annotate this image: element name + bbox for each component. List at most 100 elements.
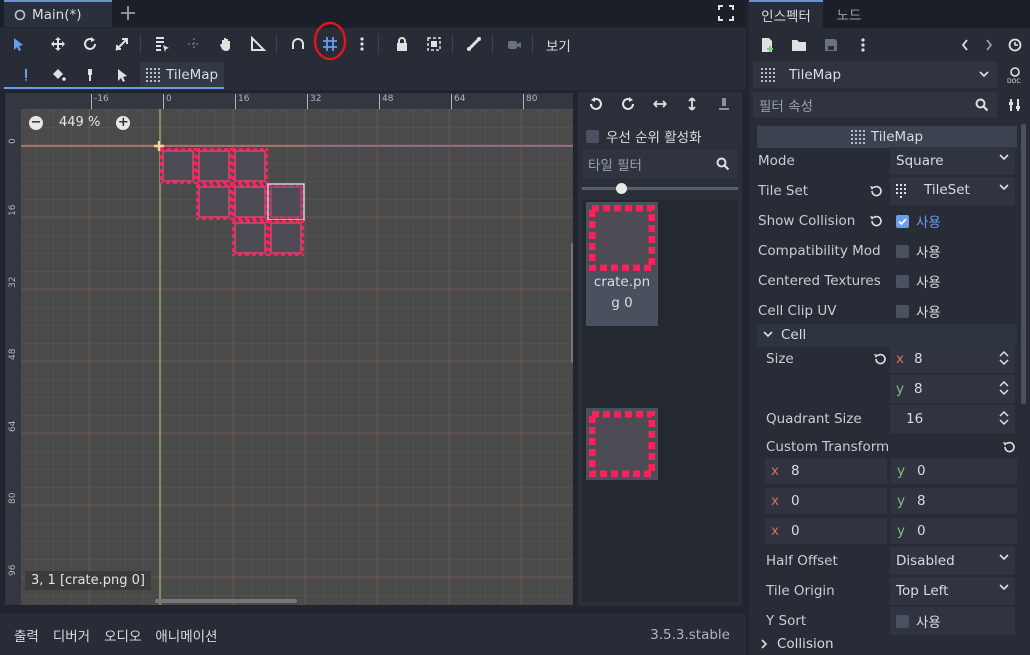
prop-y-sort: Y Sort 사용 <box>753 606 1017 636</box>
tilemap-toolbar: TileMap <box>0 60 746 90</box>
save-icon[interactable] <box>819 33 843 57</box>
prop-half-offset: Half Offset Disabled <box>753 546 1017 576</box>
flip-vertical-icon[interactable] <box>680 92 704 116</box>
node-selector[interactable]: TileMap <box>753 62 997 88</box>
open-folder-icon[interactable] <box>787 33 811 57</box>
add-scene-icon[interactable] <box>116 1 140 25</box>
ruler-tick-label: 80 <box>523 94 537 109</box>
transform-origin-x[interactable]: x0 <box>765 518 887 544</box>
size-slider-handle[interactable] <box>616 183 627 194</box>
autotile-item[interactable] <box>586 408 658 480</box>
group-icon[interactable] <box>422 32 446 56</box>
move-tool-icon[interactable] <box>46 32 70 56</box>
revert-icon[interactable] <box>869 214 883 228</box>
quadrant-size-field[interactable]: 16 <box>890 405 1015 433</box>
pan-tool-icon[interactable] <box>214 32 238 56</box>
tile-filter-input[interactable]: 타일 필터 <box>582 150 738 178</box>
zoom-controls: − 449 % + <box>29 115 131 130</box>
rotate-right-icon[interactable] <box>616 92 640 116</box>
clear-transform-icon[interactable] <box>712 92 736 116</box>
history-icon[interactable] <box>1003 33 1027 57</box>
new-resource-icon[interactable] <box>755 33 779 57</box>
show-collision-checkbox[interactable]: 사용 <box>890 207 1015 235</box>
revert-icon[interactable] <box>869 184 883 198</box>
picker-tool-icon[interactable] <box>78 63 102 87</box>
tab-node[interactable]: 노드 <box>827 0 871 28</box>
tab-underline <box>4 87 224 89</box>
ruler-tick-label: 96 <box>8 564 18 576</box>
transform-x-y[interactable]: y0 <box>891 458 1017 484</box>
autotile-thumbnail <box>589 411 655 477</box>
size-slider[interactable] <box>582 187 738 190</box>
select-cursor-icon[interactable] <box>110 63 134 87</box>
priority-toggle[interactable]: 우선 순위 활성화 <box>586 126 702 146</box>
cell-clip-uv-checkbox[interactable]: 사용 <box>890 297 1015 325</box>
tile-thumbnail <box>589 205 655 271</box>
bucket-fill-icon[interactable] <box>46 63 70 87</box>
chevron-down-icon <box>999 184 1009 191</box>
flip-horizontal-icon[interactable] <box>648 92 672 116</box>
view-menu[interactable]: 보기 <box>546 35 571 55</box>
more-options-icon[interactable] <box>350 32 374 56</box>
tileset-resource-picker[interactable]: TileSet <box>890 177 1015 205</box>
zoom-in-button[interactable]: + <box>116 115 131 130</box>
chevron-down-icon <box>999 584 1009 591</box>
collision-group-header[interactable]: Collision <box>761 636 834 652</box>
history-forward-icon[interactable] <box>977 33 1001 57</box>
inspector-more-icon[interactable] <box>851 33 875 57</box>
half-offset-dropdown[interactable]: Disabled <box>890 547 1015 575</box>
output-tab[interactable]: 출력 <box>14 625 39 645</box>
ruler-tool-icon[interactable] <box>246 32 270 56</box>
section-header[interactable]: TileMap <box>757 126 1017 148</box>
inspector-scrollbar[interactable] <box>1021 124 1026 404</box>
prop-compatibility: Compatibility Mod 사용 <box>753 236 1017 266</box>
history-back-icon[interactable] <box>953 33 977 57</box>
tile-origin-dropdown[interactable]: Top Left <box>890 577 1015 605</box>
revert-icon[interactable] <box>1002 440 1016 454</box>
viewport-canvas[interactable] <box>5 93 574 606</box>
tile-item-crate[interactable]: crate.pn g 0 <box>586 202 658 326</box>
property-filter-input[interactable]: 필터 속성 <box>753 92 997 118</box>
scene-tab-main[interactable]: Main(*) <box>4 0 112 27</box>
smart-snap-icon[interactable] <box>286 32 310 56</box>
transform-origin-y[interactable]: y0 <box>891 518 1017 544</box>
zoom-out-button[interactable]: − <box>29 115 43 130</box>
scale-tool-icon[interactable] <box>110 32 134 56</box>
transform-y-x[interactable]: x0 <box>765 488 887 514</box>
prop-size: Size x8 <box>753 344 1017 374</box>
list-select-icon[interactable] <box>150 32 174 56</box>
compatibility-checkbox[interactable]: 사용 <box>890 237 1015 265</box>
paint-tool-icon[interactable] <box>14 63 38 87</box>
lock-icon[interactable] <box>390 32 414 56</box>
size-x-field[interactable]: x8 <box>890 345 1015 373</box>
rotate-left-icon[interactable] <box>584 92 608 116</box>
rotate-tool-icon[interactable] <box>78 32 102 56</box>
spinner-icon <box>999 410 1009 426</box>
select-tool-icon[interactable] <box>6 32 30 56</box>
property-tools-icon[interactable] <box>1003 93 1027 117</box>
debugger-tab[interactable]: 디버거 <box>53 625 90 645</box>
inspector-dock: 인스펙터 노드 TileMap DOC 필터 속성 TileMap Mode S… <box>749 0 1030 655</box>
canvas-viewport[interactable]: -16 0 16 32 48 64 80 0 16 32 48 64 80 96 − 449 % + 3… <box>4 92 574 606</box>
fullscreen-icon[interactable] <box>714 1 738 25</box>
bone-icon[interactable] <box>462 32 486 56</box>
tilemap-icon <box>146 68 160 82</box>
ruler-tick-label: 32 <box>307 94 321 109</box>
centered-textures-checkbox[interactable]: 사용 <box>890 267 1015 295</box>
size-y-field[interactable]: y8 <box>890 375 1015 403</box>
audio-tab[interactable]: 오디오 <box>104 625 141 645</box>
ruler-tick-label: 0 <box>8 138 18 144</box>
pivot-tool-icon[interactable] <box>182 32 206 56</box>
transform-x-x[interactable]: x8 <box>765 458 887 484</box>
camera-icon[interactable] <box>502 32 526 56</box>
ruler-vertical: 0 16 32 48 64 80 96 <box>5 93 21 605</box>
animation-tab[interactable]: 애니메이션 <box>155 625 217 645</box>
transform-y-y[interactable]: y8 <box>891 488 1017 514</box>
cell-group-header[interactable]: Cell <box>757 324 1017 346</box>
tab-inspector[interactable]: 인스펙터 <box>749 0 823 28</box>
mode-dropdown[interactable]: Square <box>890 147 1015 175</box>
chevron-down-icon <box>999 154 1009 161</box>
y-sort-checkbox[interactable]: 사용 <box>890 607 1015 635</box>
docs-icon[interactable]: DOC <box>1003 63 1027 87</box>
revert-icon[interactable] <box>873 352 887 366</box>
